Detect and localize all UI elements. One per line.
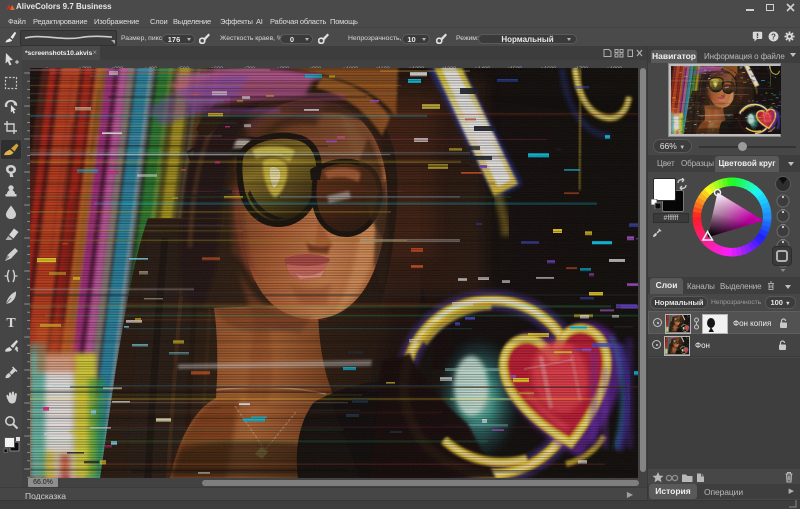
- svg-text:T: T: [6, 316, 16, 331]
- svg-text:?: ?: [771, 32, 776, 41]
